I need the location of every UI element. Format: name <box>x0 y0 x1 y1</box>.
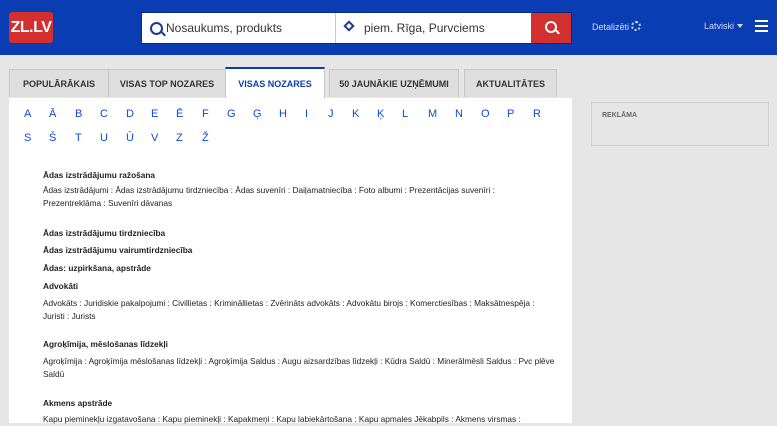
letter-link[interactable]: A <box>24 108 31 120</box>
industry-items-line[interactable]: Juristi : Jurists <box>43 310 535 323</box>
letter-link[interactable]: N <box>455 108 463 120</box>
letter-link[interactable]: F <box>202 108 209 120</box>
letter-link[interactable]: H <box>279 108 287 120</box>
industry-title[interactable]: Advokāti <box>43 281 78 291</box>
letter-link[interactable]: Ē <box>176 108 183 120</box>
tab-top-industries[interactable]: VISAS TOP NOZARES <box>108 69 226 97</box>
letter-link[interactable]: I <box>305 108 308 120</box>
language-select[interactable]: Latviski <box>704 21 744 31</box>
tab-newest-companies[interactable]: 50 JAUNĀKIE UZŅĒMUMI <box>329 69 459 97</box>
industry-title[interactable]: Akmens apstrāde <box>43 398 112 408</box>
search-bar: Nosaukums, produkts piem. Rīga, Purvciem… <box>141 12 572 44</box>
letter-link[interactable]: Ķ <box>377 108 384 120</box>
letter-link[interactable]: Š <box>49 132 56 144</box>
letter-link[interactable]: U <box>100 132 108 144</box>
tab-news[interactable]: AKTUALITĀTES <box>464 69 557 97</box>
letter-link[interactable]: K <box>352 108 359 120</box>
industry-items: Advokāts : Juridiskie pakalpojumi : Civi… <box>43 297 535 323</box>
letter-link[interactable]: L <box>402 108 408 120</box>
tab-all-industries[interactable]: VISAS NOZARES <box>225 67 325 99</box>
industry-items: Ādas izstrādājumi : Ādas izstrādājumu ti… <box>43 184 495 210</box>
search-placeholder: Nosaukums, produkts <box>166 21 283 35</box>
search-icon <box>150 22 163 35</box>
top-bar: ZL.LV Nosaukums, produkts piem. Rīga, Pu… <box>0 0 777 55</box>
letter-link[interactable]: G <box>227 108 236 120</box>
location-input[interactable]: piem. Rīga, Purvciems <box>336 13 531 43</box>
letter-link[interactable]: R <box>533 108 541 120</box>
industry-items-line[interactable]: Prezentreklāma : Suvenīri dāvanas <box>43 197 495 210</box>
search-input[interactable]: Nosaukums, produkts <box>142 13 336 43</box>
letter-link[interactable]: C <box>100 108 108 120</box>
letter-link[interactable]: M <box>428 108 437 120</box>
industry-items-line[interactable]: Kapu pieminekļu izgatavošana : Kapu piem… <box>43 413 521 426</box>
letter-link[interactable]: T <box>75 132 82 144</box>
letter-link[interactable]: Z <box>176 132 183 144</box>
industry-items-line[interactable]: Agroķīmija : Agroķīmija mēslošanas līdze… <box>43 355 554 368</box>
gear-icon <box>631 21 642 31</box>
letter-link[interactable]: S <box>24 132 31 144</box>
letter-link[interactable]: P <box>507 108 514 120</box>
industry-title[interactable]: Ādas: uzpirkšana, apstrāde <box>43 263 151 273</box>
magnifier-icon <box>545 21 557 33</box>
letter-link[interactable]: Ā <box>49 108 56 120</box>
letter-link[interactable]: V <box>151 132 158 144</box>
language-label: Latviski <box>704 21 735 31</box>
location-icon <box>343 20 355 32</box>
industries-panel: A Ā B C D E Ē F G Ģ H I J K Ķ L M N O P … <box>9 98 572 426</box>
location-placeholder: piem. Rīga, Purvciems <box>364 21 485 35</box>
industry-items: Kapu pieminekļu izgatavošana : Kapu piem… <box>43 413 521 426</box>
industry-title[interactable]: Ādas izstrādājumu ražošana <box>43 170 155 180</box>
menu-icon[interactable] <box>755 20 768 32</box>
site-logo[interactable]: ZL.LV <box>9 12 53 43</box>
search-button[interactable] <box>531 13 571 43</box>
industry-items: Agroķīmija : Agroķīmija mēslošanas līdze… <box>43 355 554 381</box>
detailed-search-label: Detalizēti <box>592 22 630 32</box>
letter-link[interactable]: Ū <box>126 132 134 144</box>
detailed-search-link[interactable]: Detalizēti <box>592 21 642 32</box>
industry-items-line[interactable]: Ādas izstrādājumi : Ādas izstrādājumu ti… <box>43 184 495 197</box>
letter-link[interactable]: Ž <box>202 132 209 144</box>
letter-link[interactable]: E <box>151 108 158 120</box>
tab-popular[interactable]: POPULĀRĀKAIS <box>9 69 109 97</box>
chevron-down-icon <box>737 24 744 28</box>
industry-title[interactable]: Ādas izstrādājumu tirdzniecība <box>43 228 165 238</box>
letter-link[interactable]: D <box>126 108 134 120</box>
letter-link[interactable]: B <box>75 108 82 120</box>
industry-items-line[interactable]: Advokāts : Juridiskie pakalpojumi : Civi… <box>43 297 535 310</box>
industry-title[interactable]: Agroķīmija, mēslošanas līdzekļi <box>43 339 168 349</box>
ad-label: REKLĀMA <box>602 112 637 119</box>
letter-link[interactable]: O <box>481 108 490 120</box>
letter-link[interactable]: J <box>328 108 334 120</box>
industry-items-line[interactable]: Saldū <box>43 368 554 381</box>
ad-box: REKLĀMA <box>591 102 769 146</box>
industry-title[interactable]: Ādas izstrādājumu vairumtirdzniecība <box>43 245 192 255</box>
letter-link[interactable]: Ģ <box>253 108 262 120</box>
